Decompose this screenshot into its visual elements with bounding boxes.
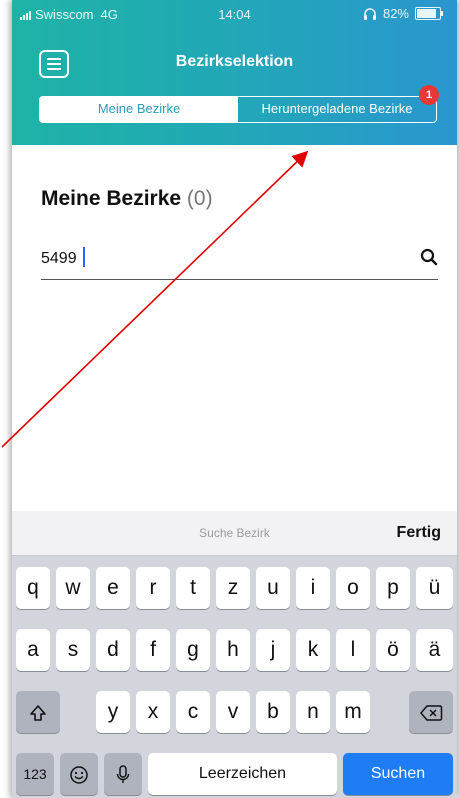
page-title: Bezirkselektion (175, 53, 294, 70)
status-bar: Swisscom 4G 14:04 82% (12, 0, 457, 26)
key-f[interactable]: f (136, 629, 170, 671)
space-key[interactable]: Leerzeichen (148, 753, 337, 795)
done-button[interactable]: Fertig (397, 524, 441, 542)
key-oe[interactable]: ö (376, 629, 410, 671)
key-ue[interactable]: ü (416, 567, 453, 609)
screenshot-frame: Swisscom 4G 14:04 82% Bezirkselektion Me… (0, 0, 459, 798)
key-j[interactable]: j (256, 629, 290, 671)
key-l[interactable]: l (336, 629, 370, 671)
key-u[interactable]: u (256, 567, 290, 609)
key-t[interactable]: t (176, 567, 210, 609)
battery-icon (415, 7, 443, 20)
section-title: Meine Bezirke (0) (41, 187, 213, 211)
key-k[interactable]: k (296, 629, 330, 671)
app-header: Swisscom 4G 14:04 82% Bezirkselektion Me… (12, 0, 457, 145)
key-m[interactable]: m (336, 691, 370, 733)
phone-screen: Swisscom 4G 14:04 82% Bezirkselektion Me… (12, 0, 457, 798)
backspace-icon (420, 705, 443, 722)
shift-key[interactable] (16, 691, 60, 733)
backspace-key[interactable] (409, 691, 453, 733)
search-underline (41, 279, 438, 280)
key-o[interactable]: o (336, 567, 370, 609)
notification-badge: 1 (419, 85, 439, 105)
search-icon[interactable] (420, 248, 438, 266)
status-right: 82% (363, 6, 443, 21)
section-count: (0) (186, 187, 213, 210)
text-caret (83, 247, 85, 267)
key-x[interactable]: x (136, 691, 170, 733)
key-z[interactable]: z (216, 567, 250, 609)
key-n[interactable]: n (296, 691, 330, 733)
key-s[interactable]: s (56, 629, 90, 671)
search-key[interactable]: Suchen (343, 753, 453, 795)
numbers-key[interactable]: 123 (16, 753, 54, 795)
key-w[interactable]: w (56, 567, 90, 609)
microphone-key[interactable] (104, 753, 142, 795)
key-q[interactable]: q (16, 567, 50, 609)
key-ae[interactable]: ä (416, 629, 453, 671)
emoji-icon (70, 766, 88, 785)
tab-meine-bezirke[interactable]: Meine Bezirke (40, 97, 238, 122)
key-p[interactable]: p (376, 567, 410, 609)
key-a[interactable]: a (16, 629, 50, 671)
key-i[interactable]: i (296, 567, 330, 609)
emoji-key[interactable] (60, 753, 98, 795)
battery-percent: 82% (382, 6, 409, 21)
key-g[interactable]: g (176, 629, 210, 671)
headphones-icon (363, 7, 376, 20)
key-d[interactable]: d (96, 629, 130, 671)
key-r[interactable]: r (136, 567, 170, 609)
key-b[interactable]: b (256, 691, 290, 733)
search-input[interactable] (41, 247, 391, 271)
keyboard-hint: Suche Bezirk (199, 526, 270, 540)
keyboard-toolbar: Suche Bezirk Fertig (12, 511, 457, 556)
key-e[interactable]: e (96, 567, 130, 609)
key-v[interactable]: v (216, 691, 250, 733)
tab-bar: Meine Bezirke Heruntergeladene Bezirke (39, 96, 437, 123)
on-screen-keyboard: Suche Bezirk Fertig q w e r t z u i o p … (12, 511, 457, 798)
shift-icon (30, 705, 46, 722)
key-h[interactable]: h (216, 629, 250, 671)
key-y[interactable]: y (96, 691, 130, 733)
section-title-text: Meine Bezirke (41, 187, 182, 210)
microphone-icon (116, 765, 130, 784)
tab-heruntergeladene-bezirke[interactable]: Heruntergeladene Bezirke (238, 97, 436, 122)
key-c[interactable]: c (176, 691, 210, 733)
